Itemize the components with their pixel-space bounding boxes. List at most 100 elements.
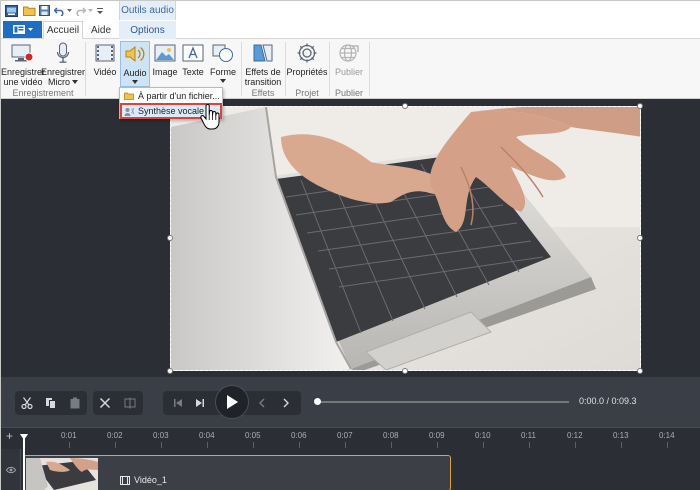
timeline-tick-mark [667, 442, 668, 448]
insert-text-label: Texte [182, 67, 204, 77]
transition-effects-button[interactable]: Effets de transition [243, 41, 283, 87]
timecode: 0:00.0 / 0:09.3 [579, 396, 637, 406]
timeline-tick: 0:03 [153, 431, 169, 440]
video-clip[interactable]: Vidéo_1 [23, 455, 451, 490]
timeline-tick: 0:14 [659, 431, 675, 440]
timeline-tick: 0:02 [107, 431, 123, 440]
menu-item-from-file[interactable]: À partir d'un fichier... [121, 89, 221, 103]
skip-start-icon [174, 399, 182, 407]
timeline-tick-mark [621, 442, 622, 448]
play-icon [227, 395, 238, 409]
track-header [1, 449, 21, 490]
playhead-line[interactable] [23, 437, 25, 490]
insert-text-button[interactable]: Texte [180, 41, 206, 77]
timeline-tick: 0:11 [521, 431, 536, 440]
publish-button[interactable]: Publier [331, 41, 367, 77]
paste-icon [70, 397, 80, 409]
split-icon [124, 397, 136, 409]
seek-knob[interactable] [314, 398, 321, 405]
insert-image-button[interactable]: Image [152, 41, 178, 77]
timeline-tick-mark [483, 442, 484, 448]
timeline-tick-mark [345, 442, 346, 448]
undo-dropdown-icon[interactable] [66, 4, 73, 17]
tab-accueil[interactable]: Accueil [43, 21, 83, 39]
chevron-down-icon [132, 80, 138, 84]
insert-shape-button[interactable]: Forme [208, 41, 238, 83]
undo-icon[interactable] [53, 4, 65, 17]
timeline-tick: 0:09 [429, 431, 445, 440]
redo-icon [74, 4, 86, 17]
app-window: Outils audio Accueil Aide Options Enregi… [0, 0, 700, 490]
insert-video-label: Vidéo [93, 67, 117, 77]
publish-globe-icon [338, 41, 360, 65]
record-mic-label-2: Micro [48, 77, 70, 87]
edit-tools-group [15, 391, 87, 415]
title-bar [1, 1, 700, 20]
file-menu-icon [12, 25, 25, 34]
publish-label: Publier [334, 67, 363, 77]
open-folder-icon[interactable] [22, 4, 36, 17]
save-icon[interactable] [38, 4, 51, 17]
film-icon [120, 475, 130, 485]
redo-dropdown-icon [87, 4, 93, 17]
insert-audio-button[interactable]: Audio [120, 41, 150, 87]
file-menu-button[interactable] [3, 21, 42, 38]
delete-x-icon [99, 397, 111, 409]
add-track-button[interactable]: + [6, 429, 13, 443]
resize-handle-bottom[interactable] [402, 368, 408, 374]
group-separator [369, 42, 370, 96]
timeline-tick: 0:01 [61, 431, 77, 440]
timeline-tick: 0:04 [199, 431, 215, 440]
seek-bar[interactable] [317, 401, 569, 403]
microphone-icon [56, 41, 70, 65]
record-video-button[interactable]: Enregistrer une vidéo [1, 41, 46, 87]
timeline-tick-mark [437, 442, 438, 448]
copy-button[interactable] [40, 391, 62, 415]
timeline-tick: 0:05 [245, 431, 261, 440]
record-video-label-1: Enregistrer [1, 67, 46, 77]
timeline-tick: 0:06 [291, 431, 307, 440]
resize-handle-left[interactable] [167, 235, 173, 241]
menu-item-from-file-label: À partir d'un fichier... [138, 91, 220, 101]
resize-handle-top[interactable] [402, 103, 408, 109]
cut-button[interactable] [16, 391, 38, 415]
properties-label: Propriétés [286, 67, 328, 77]
shape-icon [211, 41, 235, 65]
record-video-label-2: une vidéo [3, 77, 43, 87]
customize-toolbar-icon[interactable] [96, 4, 104, 17]
timeline-tick-mark [391, 442, 392, 448]
chevron-down-icon [72, 80, 78, 84]
group-label-enregistrement: Enregistrement [12, 88, 74, 98]
group-label-publier: Publier [334, 88, 363, 98]
clip-name: Vidéo_1 [134, 475, 167, 485]
chevron-right-icon [283, 398, 289, 408]
resize-handle-top-right[interactable] [637, 103, 643, 109]
group-separator [329, 42, 330, 96]
tab-options[interactable]: Options [119, 21, 176, 39]
ribbon-tab-bar: Accueil Aide Options [1, 20, 700, 39]
next-frame-button[interactable] [275, 391, 297, 415]
timeline-tick: 0:10 [475, 431, 491, 440]
skip-end-icon [196, 399, 204, 407]
resize-handle-bottom-left[interactable] [167, 368, 173, 374]
go-to-end-button[interactable] [189, 391, 211, 415]
properties-button[interactable]: Propriétés [286, 41, 328, 77]
video-preview[interactable] [170, 106, 641, 371]
timeline-tick-mark [299, 442, 300, 448]
copy-icon [46, 398, 56, 409]
resize-handle-right[interactable] [637, 235, 643, 241]
folder-icon [124, 92, 134, 100]
insert-shape-label: Forme [209, 67, 236, 77]
delete-button[interactable] [94, 391, 116, 415]
paste-button [64, 391, 86, 415]
scissors-icon [21, 397, 33, 409]
context-tab-title: Outils audio [121, 5, 174, 16]
group-separator [85, 42, 86, 96]
insert-video-button[interactable]: Vidéo [91, 41, 119, 77]
play-button[interactable] [215, 385, 249, 419]
chevron-down-icon [220, 79, 226, 83]
resize-handle-bottom-right[interactable] [637, 368, 643, 374]
tab-aide[interactable]: Aide [85, 21, 117, 39]
eye-icon[interactable] [6, 466, 16, 474]
record-mic-button[interactable]: Enregistrer Micro [41, 41, 85, 87]
